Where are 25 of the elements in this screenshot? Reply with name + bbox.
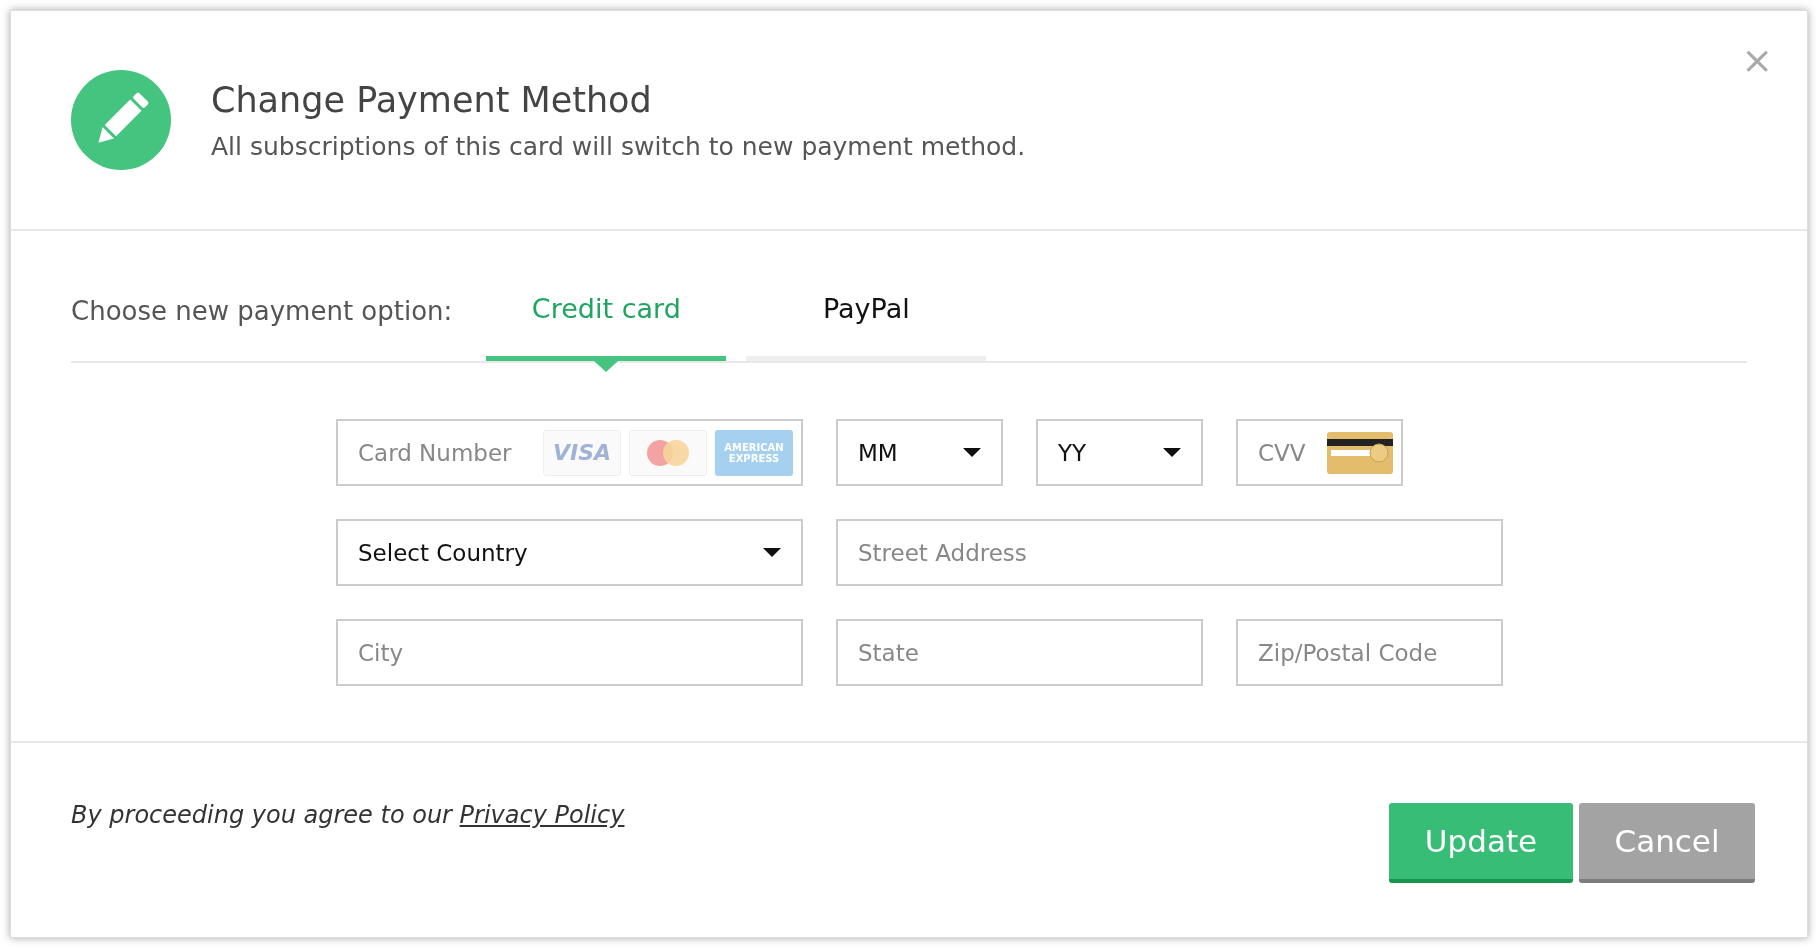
card-icon (1327, 431, 1393, 474)
payment-tab[interactable]: PayPal (746, 231, 987, 361)
privacy-policy-link[interactable]: Privacy Policy (459, 801, 625, 829)
pencil-icon (71, 70, 171, 170)
card-logo-icon (646, 438, 690, 467)
input-field[interactable]: Zip/Postal Code (1236, 619, 1503, 686)
dialog-subtitle: All subscriptions of this card will switch to new payment method. (211, 131, 1026, 161)
caret-icon (1163, 448, 1181, 457)
card-number-input[interactable]: Card Number (358, 439, 543, 466)
select-field[interactable]: MM (836, 419, 1003, 486)
visa-logo: VISA (543, 429, 621, 476)
input-field[interactable]: State (836, 619, 1203, 686)
option-label: Choose new payment option: (71, 295, 453, 326)
caret-icon (763, 548, 781, 557)
caret-icon (963, 448, 981, 457)
select-field[interactable]: YY (1036, 419, 1203, 486)
cvv-input[interactable]: CVV (1258, 439, 1327, 466)
cvv-field[interactable]: CVV (1236, 419, 1403, 486)
amex-logo: AMERICAN EXPRESS (715, 429, 793, 476)
input-field[interactable]: City (336, 619, 803, 686)
input-field[interactable]: Street Address (836, 519, 1503, 586)
agreement-text: By proceeding you agree to our Privacy Policy (71, 801, 625, 829)
dialog-title: Change Payment Method (211, 79, 653, 120)
select-field[interactable]: Select Country (336, 519, 803, 586)
pointer-icon (594, 361, 619, 372)
